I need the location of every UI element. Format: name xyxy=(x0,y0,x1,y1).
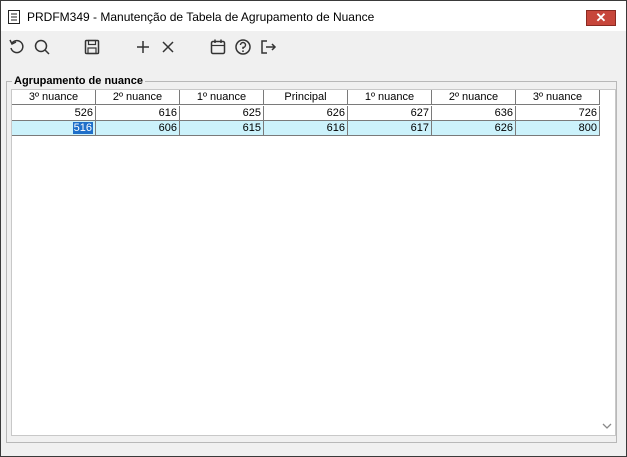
table-cell[interactable]: 626 xyxy=(264,106,348,121)
table-cell[interactable]: 800 xyxy=(516,121,600,136)
save-button[interactable] xyxy=(83,38,101,56)
column-header[interactable]: 3º nuance xyxy=(12,90,96,105)
refresh-button[interactable] xyxy=(8,38,26,56)
toolbar xyxy=(1,31,626,61)
column-header[interactable]: Principal xyxy=(264,90,348,105)
search-icon xyxy=(34,39,50,55)
column-header[interactable]: 1º nuance xyxy=(348,90,432,105)
table-cell[interactable]: 615 xyxy=(180,121,264,136)
document-icon xyxy=(8,10,20,24)
column-header[interactable]: 2º nuance xyxy=(96,90,180,105)
table-cell[interactable]: 636 xyxy=(432,106,516,121)
delete-button[interactable] xyxy=(159,38,177,56)
column-header[interactable]: 2º nuance xyxy=(432,90,516,105)
main-window: PRDFM349 - Manutenção de Tabela de Agrup… xyxy=(0,0,627,457)
search-button[interactable] xyxy=(33,38,51,56)
calendar-button[interactable] xyxy=(209,38,227,56)
table-cell[interactable]: 617 xyxy=(348,121,432,136)
exit-button[interactable] xyxy=(259,38,277,56)
column-header[interactable]: 1º nuance xyxy=(180,90,264,105)
refresh-icon xyxy=(9,39,24,54)
table-cell[interactable]: 627 xyxy=(348,106,432,121)
help-button[interactable] xyxy=(234,38,252,56)
chevron-down-icon[interactable] xyxy=(601,421,613,431)
selected-cell-text[interactable]: 516 xyxy=(72,122,93,134)
exit-icon xyxy=(261,40,277,54)
column-header[interactable]: 3º nuance xyxy=(516,90,600,105)
add-icon xyxy=(137,41,149,53)
table-cell[interactable]: 626 xyxy=(432,121,516,136)
vertical-scrollbar[interactable] xyxy=(600,105,615,435)
table-cell[interactable]: 625 xyxy=(180,106,264,121)
close-button[interactable]: ✕ xyxy=(586,10,616,26)
table-cell[interactable]: 616 xyxy=(96,106,180,121)
table-cell[interactable]: 726 xyxy=(516,106,600,121)
title-bar: PRDFM349 - Manutenção de Tabela de Agrup… xyxy=(1,1,626,31)
nuance-grid[interactable] xyxy=(11,89,616,436)
add-button[interactable] xyxy=(134,38,152,56)
calendar-icon xyxy=(210,39,226,55)
table-cell[interactable]: 616 xyxy=(264,121,348,136)
table-cell-selected[interactable]: 516 xyxy=(12,121,96,136)
table-cell[interactable]: 526 xyxy=(12,106,96,121)
save-icon xyxy=(84,39,100,55)
window-title: PRDFM349 - Manutenção de Tabela de Agrup… xyxy=(27,10,375,24)
group-title: Agrupamento de nuance xyxy=(12,75,145,88)
table-cell[interactable]: 606 xyxy=(96,121,180,136)
delete-icon xyxy=(162,41,174,53)
help-icon xyxy=(235,39,251,55)
